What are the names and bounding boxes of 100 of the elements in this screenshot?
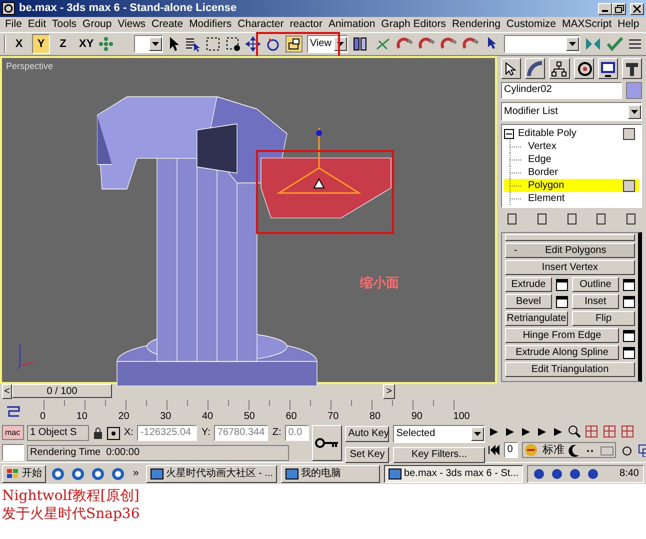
set-key-button[interactable] <box>312 425 342 461</box>
menu-item[interactable]: Character <box>234 17 287 32</box>
timeline-ruler[interactable]: 0 10 20 30 40 50 60 70 80 90 100 <box>40 398 470 425</box>
modifier-list-dropdown[interactable]: Modifier List <box>501 102 642 121</box>
named-selection-dropdown[interactable] <box>504 35 580 53</box>
check-icon[interactable] <box>606 36 624 52</box>
settings-window-icon[interactable] <box>623 346 635 358</box>
coordinate-field[interactable]: 76780.344 <box>214 425 268 441</box>
tool-button[interactable]: Flip <box>572 311 635 326</box>
rotate-icon[interactable] <box>264 36 281 52</box>
dashed-square-icon[interactable] <box>204 36 221 52</box>
previous-frame-button[interactable]: < <box>2 384 12 398</box>
axis-constraint-button[interactable]: XY <box>76 34 94 54</box>
axis-constraint-button[interactable]: Z <box>54 34 72 54</box>
color-swatch[interactable] <box>626 82 642 99</box>
collapse-icon[interactable] <box>504 128 514 138</box>
rollout-header[interactable] <box>505 234 635 241</box>
menu-item[interactable]: reactor <box>286 17 326 32</box>
tool-button[interactable]: Inset <box>572 294 619 309</box>
zoom-icon[interactable] <box>568 425 582 438</box>
menu-item[interactable]: Animation <box>325 17 378 32</box>
dashed-square-icon[interactable] <box>224 36 241 52</box>
toggle-square-icon[interactable] <box>623 128 635 140</box>
monitor-tab[interactable] <box>598 58 618 79</box>
start-button[interactable]: 开始 <box>2 464 46 482</box>
list-select-icon[interactable] <box>184 36 201 52</box>
taskbar-button[interactable]: 火星时代动画大社区 - ... <box>146 464 278 482</box>
modifier-stack-item[interactable]: Border <box>528 166 558 178</box>
settings-window-icon[interactable] <box>556 296 568 308</box>
moon-icon[interactable] <box>568 444 580 456</box>
tool-button[interactable]: Insert Vertex <box>505 260 635 275</box>
close-button[interactable] <box>630 2 644 14</box>
axis-constraint-button[interactable]: Y <box>32 34 50 54</box>
key-mode-icon[interactable] <box>488 444 500 456</box>
key-mode-dropdown[interactable]: Selected <box>393 425 486 443</box>
zoom-extents-icon[interactable] <box>603 425 618 438</box>
cursor-arrow-tab[interactable] <box>501 58 522 79</box>
set-key-text-button[interactable]: Set Key <box>345 447 390 463</box>
modifier-stack-item[interactable]: Vertex <box>528 140 556 152</box>
modifier-stack-item[interactable]: Editable Poly <box>518 128 576 140</box>
next-frame-button[interactable]: > <box>383 384 395 398</box>
grid-zoom-icon[interactable] <box>621 425 636 438</box>
absolute-mode-icon[interactable] <box>107 426 120 440</box>
mirror-icon[interactable] <box>584 36 602 52</box>
hammer-tab[interactable] <box>622 58 642 79</box>
tool-button[interactable]: Bevel <box>505 294 552 309</box>
tool-button[interactable]: Edit Triangulation <box>505 362 635 377</box>
settings-window-icon[interactable] <box>623 330 635 342</box>
restore-button[interactable] <box>612 2 626 14</box>
maxscript-listener[interactable]: mac <box>2 425 24 440</box>
reference-coordinate-dropdown[interactable]: View <box>306 35 348 53</box>
frame-field[interactable]: 0 <box>504 442 518 458</box>
menu-item[interactable]: Graph Editors <box>378 17 449 32</box>
hierarchy-tab[interactable] <box>549 58 570 79</box>
ime-mode[interactable]: 标准 <box>542 444 564 456</box>
menu-item[interactable]: Group <box>80 17 115 32</box>
minimize-button[interactable] <box>598 2 612 14</box>
more-button[interactable]: » <box>130 466 142 481</box>
key-filters-button[interactable]: Key Filters... <box>393 447 486 463</box>
menu-item[interactable]: Rendering <box>448 17 504 32</box>
play-icon[interactable] <box>520 426 532 438</box>
menu-item[interactable]: Edit <box>24 17 50 32</box>
curve-tab[interactable] <box>525 58 546 79</box>
rollout-header[interactable]: - Edit Polygons <box>505 243 635 258</box>
tool-button[interactable]: Retriangulate <box>505 311 568 326</box>
coordinate-field[interactable]: 0.0 <box>285 425 310 441</box>
settings-window-icon[interactable] <box>623 278 635 290</box>
tool-button[interactable]: Extrude <box>505 277 552 292</box>
taskbar-button[interactable]: 我的电脑 <box>281 464 380 482</box>
menu-item[interactable]: MAXScript <box>559 17 615 32</box>
pivot-icon[interactable] <box>284 35 303 53</box>
menu-item[interactable]: File <box>2 17 25 32</box>
orbit-icon[interactable] <box>620 444 634 456</box>
viewport[interactable]: Perspective 缩小面 <box>0 56 497 384</box>
toggle-square-icon[interactable] <box>623 180 635 192</box>
settings-window-icon[interactable] <box>556 278 568 290</box>
menu-item[interactable]: Help <box>614 17 642 32</box>
tool-button[interactable]: Outline <box>572 277 619 292</box>
tool-button[interactable]: Hinge From Edge <box>505 328 619 343</box>
coordinate-field[interactable]: -126325.04 <box>137 425 198 441</box>
selection-filter-dropdown[interactable] <box>134 35 163 53</box>
modifier-stack-item[interactable]: Edge <box>528 154 552 166</box>
axis-constraint-button[interactable]: X <box>10 34 28 54</box>
menu-item[interactable]: Create <box>148 17 186 32</box>
move-arrows-icon[interactable] <box>244 36 261 52</box>
menu-item[interactable]: Customize <box>503 17 560 32</box>
object-name-field[interactable]: Cylinder02 <box>501 82 622 99</box>
menu-item[interactable]: Modifiers <box>186 17 235 32</box>
script-input-field[interactable] <box>2 444 24 461</box>
menu-item[interactable]: Tools <box>49 17 80 32</box>
taskbar-button[interactable]: be.max - 3ds max 6 - St... <box>384 464 523 482</box>
time-slider-thumb[interactable]: 0 / 100 <box>12 384 112 398</box>
menu-item[interactable]: Views <box>114 17 149 32</box>
tool-button[interactable]: Extrude Along Spline <box>505 345 619 360</box>
zoom-all-icon[interactable] <box>585 425 600 438</box>
settings-window-icon[interactable] <box>623 296 635 308</box>
dots-cluster-icon[interactable] <box>98 36 114 52</box>
wheel-tab[interactable] <box>574 58 594 79</box>
lock-icon[interactable] <box>93 427 103 439</box>
modifier-stack-item[interactable]: Element <box>528 192 565 204</box>
